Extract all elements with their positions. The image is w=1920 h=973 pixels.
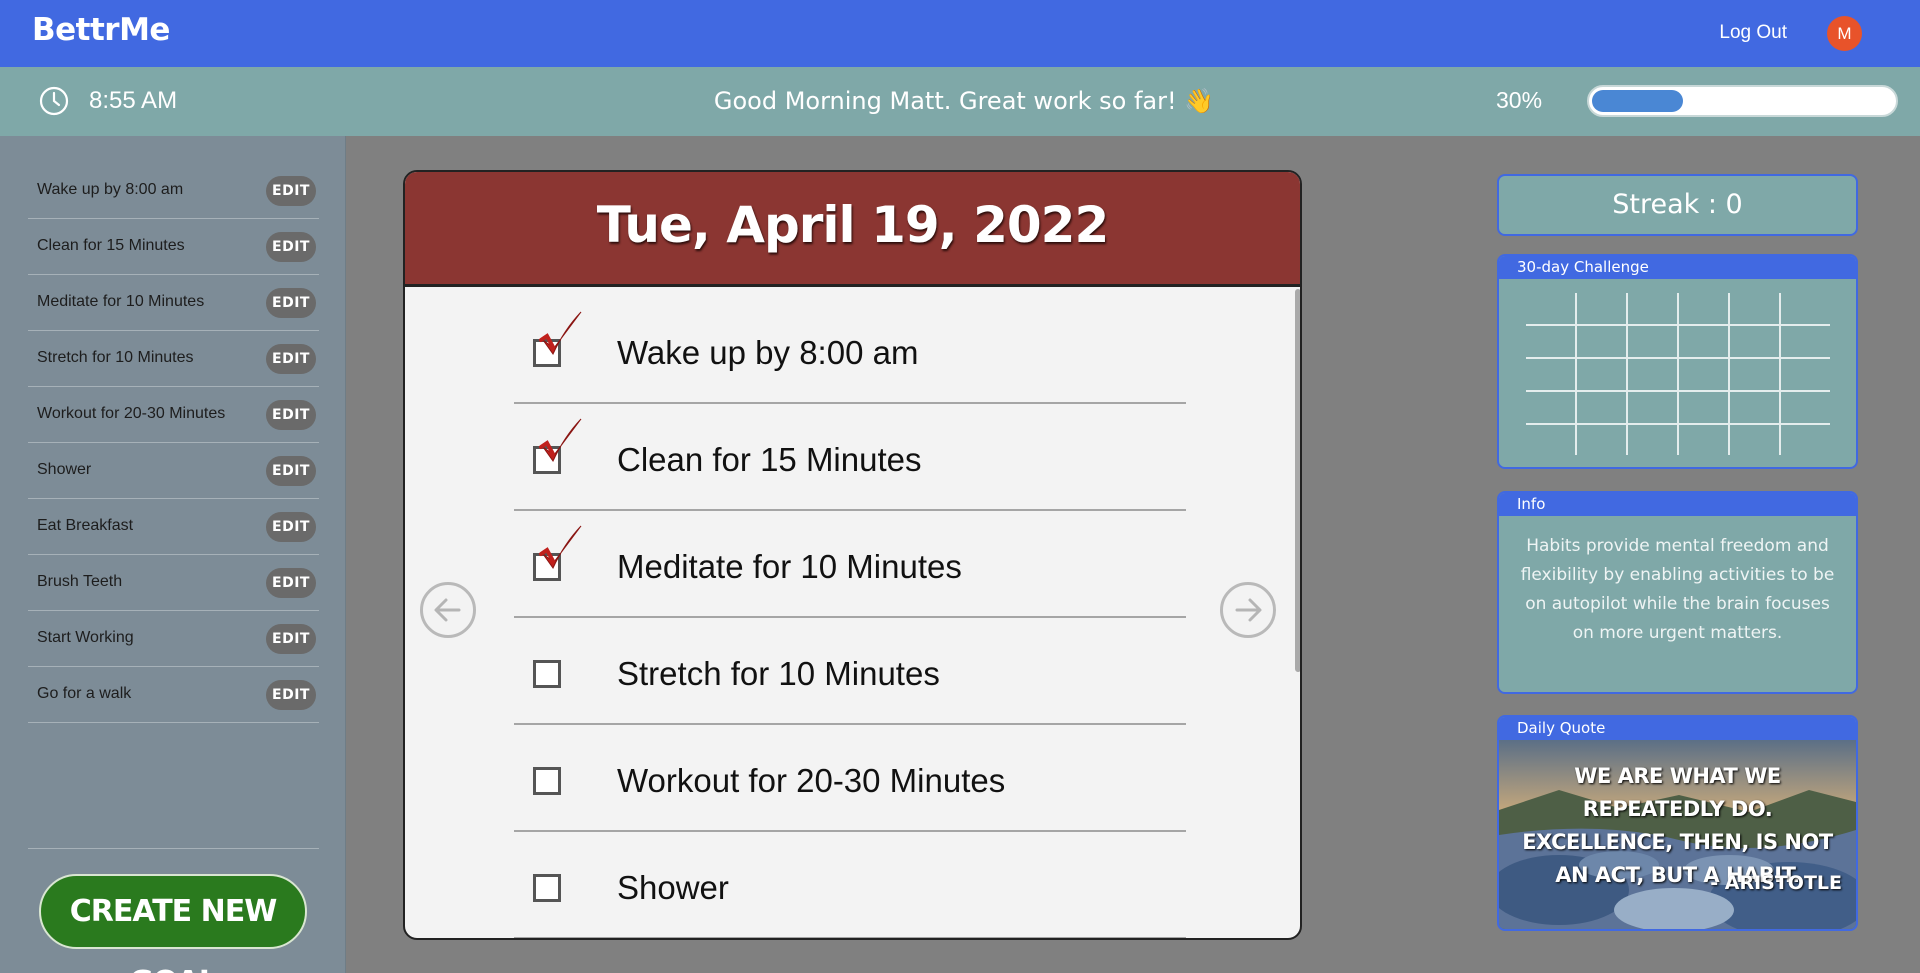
challenge-title: 30-day Challenge <box>1499 256 1856 279</box>
task-checkbox[interactable] <box>533 767 561 795</box>
sidebar-goal-label: Workout for 20-30 Minutes <box>37 405 226 422</box>
sidebar-goal-item[interactable]: Shower EDIT <box>28 443 319 499</box>
edit-goal-button[interactable]: EDIT <box>266 456 316 486</box>
checkmark-icon <box>539 525 582 569</box>
edit-goal-button[interactable]: EDIT <box>266 680 316 710</box>
top-navbar: BettrMe Log Out M <box>0 0 1920 67</box>
streak-counter: Streak : 0 <box>1497 174 1858 236</box>
logout-link[interactable]: Log Out <box>1719 22 1787 44</box>
arrow-left-circle-icon <box>434 598 461 622</box>
sidebar-goal-label: Brush Teeth <box>37 573 123 590</box>
sidebar-goal-item[interactable]: Clean for 15 Minutes EDIT <box>28 219 319 275</box>
task-label: Workout for 20-30 Minutes <box>617 762 1006 799</box>
daily-quote-panel: Daily Quote WE ARE WHAT WE REPEATEDLY DO… <box>1497 715 1858 931</box>
edit-goal-button[interactable]: EDIT <box>266 400 316 430</box>
sidebar-goal-item[interactable]: Eat Breakfast EDIT <box>28 499 319 555</box>
task-row: Wake up by 8:00 am <box>514 296 1186 404</box>
edit-goal-button[interactable]: EDIT <box>266 232 316 262</box>
quote-author: - ARISTOTLE <box>1710 872 1842 894</box>
avatar[interactable]: M <box>1827 16 1862 51</box>
task-row: Clean for 15 Minutes <box>514 403 1186 511</box>
checkmark-icon <box>539 311 582 355</box>
sidebar-goal-label: Start Working <box>37 629 134 646</box>
sidebar-goal-label: Eat Breakfast <box>37 517 134 534</box>
daily-progress-bar <box>1587 85 1898 117</box>
previous-day-button[interactable] <box>420 582 476 638</box>
info-text: Habits provide mental freedom and flexib… <box>1520 536 1835 643</box>
info-panel: Info Habits provide mental freedom and f… <box>1497 491 1858 694</box>
arrow-right-circle-icon <box>1235 598 1262 622</box>
daily-tasks-card: Tue, April 19, 2022 Wake up by 8:00 am Cl… <box>403 170 1302 940</box>
sidebar-goal-item[interactable]: Wake up by 8:00 am EDIT <box>28 163 319 219</box>
sidebar-goal-item[interactable]: Go for a walk EDIT <box>28 667 319 723</box>
challenge-panel: 30-day Challenge <box>1497 254 1858 469</box>
sidebar-goal-item[interactable]: Start Working EDIT <box>28 611 319 667</box>
task-label: Clean for 15 Minutes <box>617 441 922 478</box>
checkmark-icon <box>539 418 582 462</box>
card-date: Tue, April 19, 2022 <box>596 196 1110 254</box>
progress-percent: 30% <box>1496 87 1543 113</box>
info-title: Info <box>1499 493 1856 516</box>
sidebar-goal-label: Shower <box>37 461 92 478</box>
task-checkbox[interactable] <box>533 660 561 688</box>
edit-goal-button[interactable]: EDIT <box>266 288 316 318</box>
edit-goal-button[interactable]: EDIT <box>266 568 316 598</box>
task-label: Stretch for 10 Minutes <box>617 655 940 692</box>
next-day-button[interactable] <box>1220 582 1276 638</box>
sidebar-goal-item[interactable]: Meditate for 10 Minutes EDIT <box>28 275 319 331</box>
task-row: Workout for 20-30 Minutes <box>514 724 1186 832</box>
status-bar: 8:55 AM Good Morning Matt. Great work so… <box>0 67 1920 136</box>
edit-goal-button[interactable]: EDIT <box>266 176 316 206</box>
goals-sidebar: CREATE NEW GOAL Wake up by 8:00 amEDITCl… <box>0 136 346 973</box>
task-label: Wake up by 8:00 am <box>617 334 919 371</box>
sidebar-goal-label: Wake up by 8:00 am <box>37 181 184 198</box>
task-row: Meditate for 10 Minutes <box>514 510 1186 618</box>
sidebar-divider <box>28 848 319 849</box>
create-new-goal-button[interactable]: CREATE NEW GOAL <box>39 874 307 973</box>
edit-goal-button[interactable]: EDIT <box>266 624 316 654</box>
task-row: Stretch for 10 Minutes <box>514 617 1186 725</box>
sidebar-goal-label: Stretch for 10 Minutes <box>37 349 194 366</box>
card-scrollbar[interactable] <box>1295 289 1300 672</box>
brand-logo[interactable]: BettrMe <box>32 12 170 48</box>
task-label: Meditate for 10 Minutes <box>617 548 962 585</box>
task-checkbox[interactable] <box>533 874 561 902</box>
progress-fill <box>1592 90 1683 112</box>
sidebar-goal-label: Go for a walk <box>37 685 132 702</box>
sidebar-goal-label: Clean for 15 Minutes <box>37 237 185 254</box>
sidebar-goal-item[interactable]: Stretch for 10 Minutes EDIT <box>28 331 319 387</box>
challenge-grid <box>1526 293 1830 455</box>
edit-goal-button[interactable]: EDIT <box>266 512 316 542</box>
task-label: Shower <box>617 869 729 906</box>
card-header: Tue, April 19, 2022 <box>405 172 1300 287</box>
sidebar-goal-item[interactable]: Brush Teeth EDIT <box>28 555 319 611</box>
sidebar-goal-item[interactable]: Workout for 20-30 Minutes EDIT <box>28 387 319 443</box>
sidebar-goal-label: Meditate for 10 Minutes <box>37 293 205 310</box>
task-row: Shower <box>514 831 1186 938</box>
quote-image: WE ARE WHAT WE REPEATEDLY DO. EXCELLENCE… <box>1499 740 1856 929</box>
quote-title: Daily Quote <box>1499 717 1856 740</box>
edit-goal-button[interactable]: EDIT <box>266 344 316 374</box>
